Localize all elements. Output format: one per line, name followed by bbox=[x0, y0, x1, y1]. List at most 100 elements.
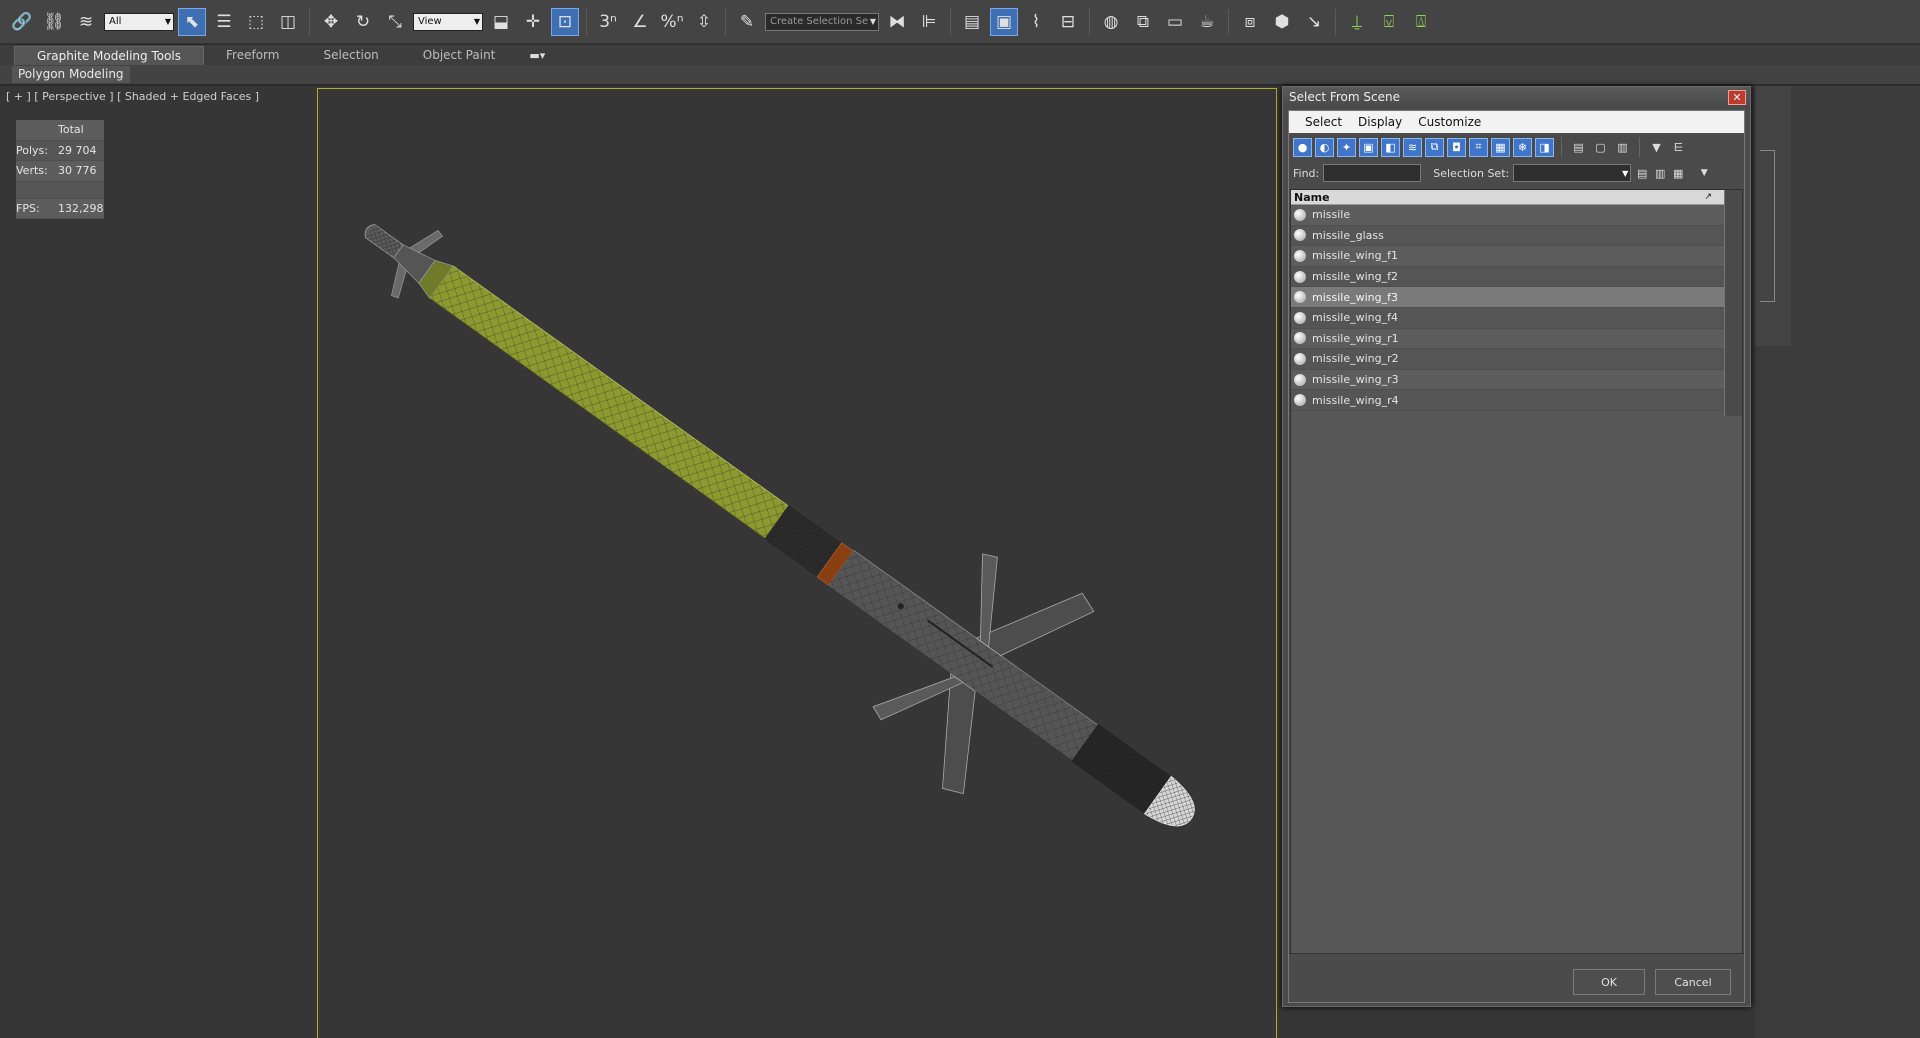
display-geometry-icon[interactable]: ● bbox=[1293, 137, 1312, 157]
display-hidden-icon[interactable]: ◨ bbox=[1535, 137, 1554, 157]
geometry-icon bbox=[1294, 270, 1306, 283]
menu-display[interactable]: Display bbox=[1350, 115, 1410, 129]
selection-set-dropdown[interactable]: ▼ bbox=[1513, 164, 1632, 182]
percent-snap-icon[interactable]: % ⁿ bbox=[658, 8, 686, 36]
new-selection-set-icon[interactable]: ▤ bbox=[1635, 165, 1649, 181]
cancel-button[interactable]: Cancel bbox=[1655, 969, 1731, 995]
window-crossing-icon[interactable]: ◫ bbox=[274, 8, 302, 36]
expand-icon[interactable]: ▼ bbox=[1697, 165, 1711, 181]
dialog-titlebar[interactable]: Select From Scene ✕ bbox=[1283, 87, 1750, 107]
render-production-icon[interactable]: ☕ bbox=[1193, 8, 1221, 36]
geometry-icon bbox=[1294, 332, 1306, 345]
geometry-icon bbox=[1294, 291, 1306, 304]
material-editor-icon[interactable]: ◍ bbox=[1097, 8, 1125, 36]
display-shapes-icon[interactable]: ◐ bbox=[1315, 137, 1334, 157]
reference-coord-dropdown[interactable]: View ▼ bbox=[413, 12, 483, 31]
object-name: missile_wing_r4 bbox=[1312, 393, 1399, 407]
spinner-snap-icon[interactable]: ⇳ bbox=[690, 8, 718, 36]
named-selection-dropdown[interactable]: Create Selection Se ▼ bbox=[765, 12, 879, 31]
list-scrollbar[interactable] bbox=[1724, 190, 1742, 416]
object-row[interactable]: missile_glass bbox=[1291, 225, 1724, 247]
link-icon[interactable]: 🔗 bbox=[8, 8, 36, 36]
edit-named-selection-icon[interactable]: ✎ bbox=[733, 8, 761, 36]
tab-object-paint[interactable]: Object Paint bbox=[401, 46, 518, 64]
menu-select[interactable]: Select bbox=[1297, 115, 1350, 129]
dialog-menubar: Select Display Customize bbox=[1289, 111, 1744, 133]
auto-key-icon[interactable]: ⍍ bbox=[1407, 8, 1435, 36]
panel-polygon-modeling[interactable]: Polygon Modeling bbox=[12, 66, 130, 83]
dialog-toolbar-divider bbox=[1639, 137, 1640, 157]
select-move-icon[interactable]: ✥ bbox=[317, 8, 345, 36]
display-groups-icon[interactable]: ⧉ bbox=[1425, 137, 1444, 157]
display-xrefs-icon[interactable]: ◘ bbox=[1447, 137, 1466, 157]
selection-filter-dropdown[interactable]: All ▼ bbox=[104, 12, 174, 31]
tab-freeform[interactable]: Freeform bbox=[204, 46, 301, 64]
select-object-icon[interactable]: ⬉ bbox=[178, 7, 206, 36]
select-manipulate-icon[interactable]: ✛ bbox=[519, 8, 547, 36]
angle-snap-icon[interactable]: ∠ bbox=[626, 8, 654, 36]
object-row[interactable]: missile_wing_r3 bbox=[1291, 369, 1724, 391]
ribbon-tabs: Graphite Modeling Tools Freeform Selecti… bbox=[0, 45, 1920, 65]
display-bones-icon[interactable]: ⌗ bbox=[1469, 137, 1488, 157]
toolbar-divider bbox=[586, 8, 587, 35]
add-to-selection-set-icon[interactable]: ▥ bbox=[1653, 165, 1667, 181]
menu-customize[interactable]: Customize bbox=[1410, 115, 1489, 129]
select-invert-icon[interactable]: ▥ bbox=[1613, 138, 1632, 157]
align-icon[interactable]: ⊫ bbox=[915, 8, 943, 36]
column-header-name[interactable]: Name ↗ bbox=[1291, 190, 1724, 205]
ribbon-options-icon[interactable]: ▬▾ bbox=[529, 49, 545, 62]
container-icon[interactable]: ⧈ bbox=[1236, 8, 1264, 36]
display-containers-icon[interactable]: ▦ bbox=[1491, 137, 1510, 157]
keyboard-shortcut-override-icon[interactable]: ⊡ bbox=[551, 7, 579, 36]
ok-button[interactable]: OK bbox=[1573, 969, 1645, 995]
dialog-footer: OK Cancel bbox=[1289, 953, 1744, 1002]
animation-key-icon[interactable]: ⍊ bbox=[1343, 8, 1371, 36]
geometry-icon bbox=[1294, 249, 1306, 262]
toggle-ribbon-icon[interactable]: ↘ bbox=[1300, 8, 1328, 36]
pivot-center-icon[interactable]: ⬓ bbox=[487, 8, 515, 36]
object-rows: missile missile_glass missile_wing_f1 mi… bbox=[1291, 205, 1724, 411]
display-cameras-icon[interactable]: ▣ bbox=[1359, 137, 1378, 157]
object-name: missile_wing_f2 bbox=[1312, 270, 1398, 284]
bind-spacewarp-icon[interactable]: ≋ bbox=[72, 8, 100, 36]
object-row[interactable]: missile_wing_r1 bbox=[1291, 328, 1724, 350]
object-row[interactable]: missile_wing_f1 bbox=[1291, 246, 1724, 267]
missile-model[interactable] bbox=[0, 86, 1280, 1038]
filter-icon[interactable]: ▼ bbox=[1647, 138, 1666, 157]
select-none-icon[interactable]: ▢ bbox=[1591, 138, 1610, 157]
object-name: missile_glass bbox=[1312, 228, 1384, 242]
select-all-icon[interactable]: ▤ bbox=[1569, 138, 1588, 157]
select-rotate-icon[interactable]: ↻ bbox=[349, 8, 377, 36]
select-by-name-icon[interactable]: ☰ bbox=[210, 8, 238, 36]
display-lights-icon[interactable]: ✦ bbox=[1337, 137, 1356, 157]
object-row[interactable]: missile_wing_r2 bbox=[1291, 349, 1724, 370]
object-row[interactable]: missile bbox=[1291, 205, 1724, 226]
display-helpers-icon[interactable]: ◧ bbox=[1381, 137, 1400, 157]
snaps-toggle-icon[interactable]: 3ⁿ bbox=[594, 8, 622, 36]
mirror-icon[interactable]: ⧓ bbox=[883, 8, 911, 36]
object-row[interactable]: missile_wing_f2 bbox=[1291, 266, 1724, 288]
render-setup-icon[interactable]: ⧉ bbox=[1129, 8, 1157, 36]
filter-options-icon[interactable]: ⋿ bbox=[1669, 138, 1688, 157]
schematic-view-icon[interactable]: ⊟ bbox=[1054, 8, 1082, 36]
tab-graphite-modeling-tools[interactable]: Graphite Modeling Tools bbox=[14, 45, 205, 65]
object-row-selected[interactable]: missile_wing_f3 bbox=[1291, 287, 1724, 308]
set-key-icon[interactable]: ⍌ bbox=[1375, 8, 1403, 36]
toolbar-divider bbox=[950, 8, 951, 35]
tab-selection[interactable]: Selection bbox=[301, 46, 400, 64]
object-row[interactable]: missile_wing_r4 bbox=[1291, 390, 1724, 411]
unlink-icon[interactable]: ⛓ bbox=[40, 8, 68, 36]
select-scale-icon[interactable]: ⤡ bbox=[381, 8, 409, 36]
layer-manager-icon[interactable]: ▤ bbox=[958, 8, 986, 36]
create-scene-icon[interactable]: ⬢ bbox=[1268, 8, 1296, 36]
rect-selection-region-icon[interactable]: ⬚ bbox=[242, 8, 270, 36]
rendered-frame-window-icon[interactable]: ▭ bbox=[1161, 8, 1189, 36]
object-row[interactable]: missile_wing_f4 bbox=[1291, 307, 1724, 329]
graphite-ribbon-icon[interactable]: ▣ bbox=[990, 7, 1018, 36]
curve-editor-icon[interactable]: ⌇ bbox=[1022, 8, 1050, 36]
close-icon[interactable]: ✕ bbox=[1728, 89, 1746, 105]
display-spacewarps-icon[interactable]: ≋ bbox=[1403, 137, 1422, 157]
display-frozen-icon[interactable]: ❄ bbox=[1513, 137, 1532, 157]
find-input[interactable] bbox=[1323, 164, 1422, 182]
remove-selection-set-icon[interactable]: ▦ bbox=[1671, 165, 1685, 181]
